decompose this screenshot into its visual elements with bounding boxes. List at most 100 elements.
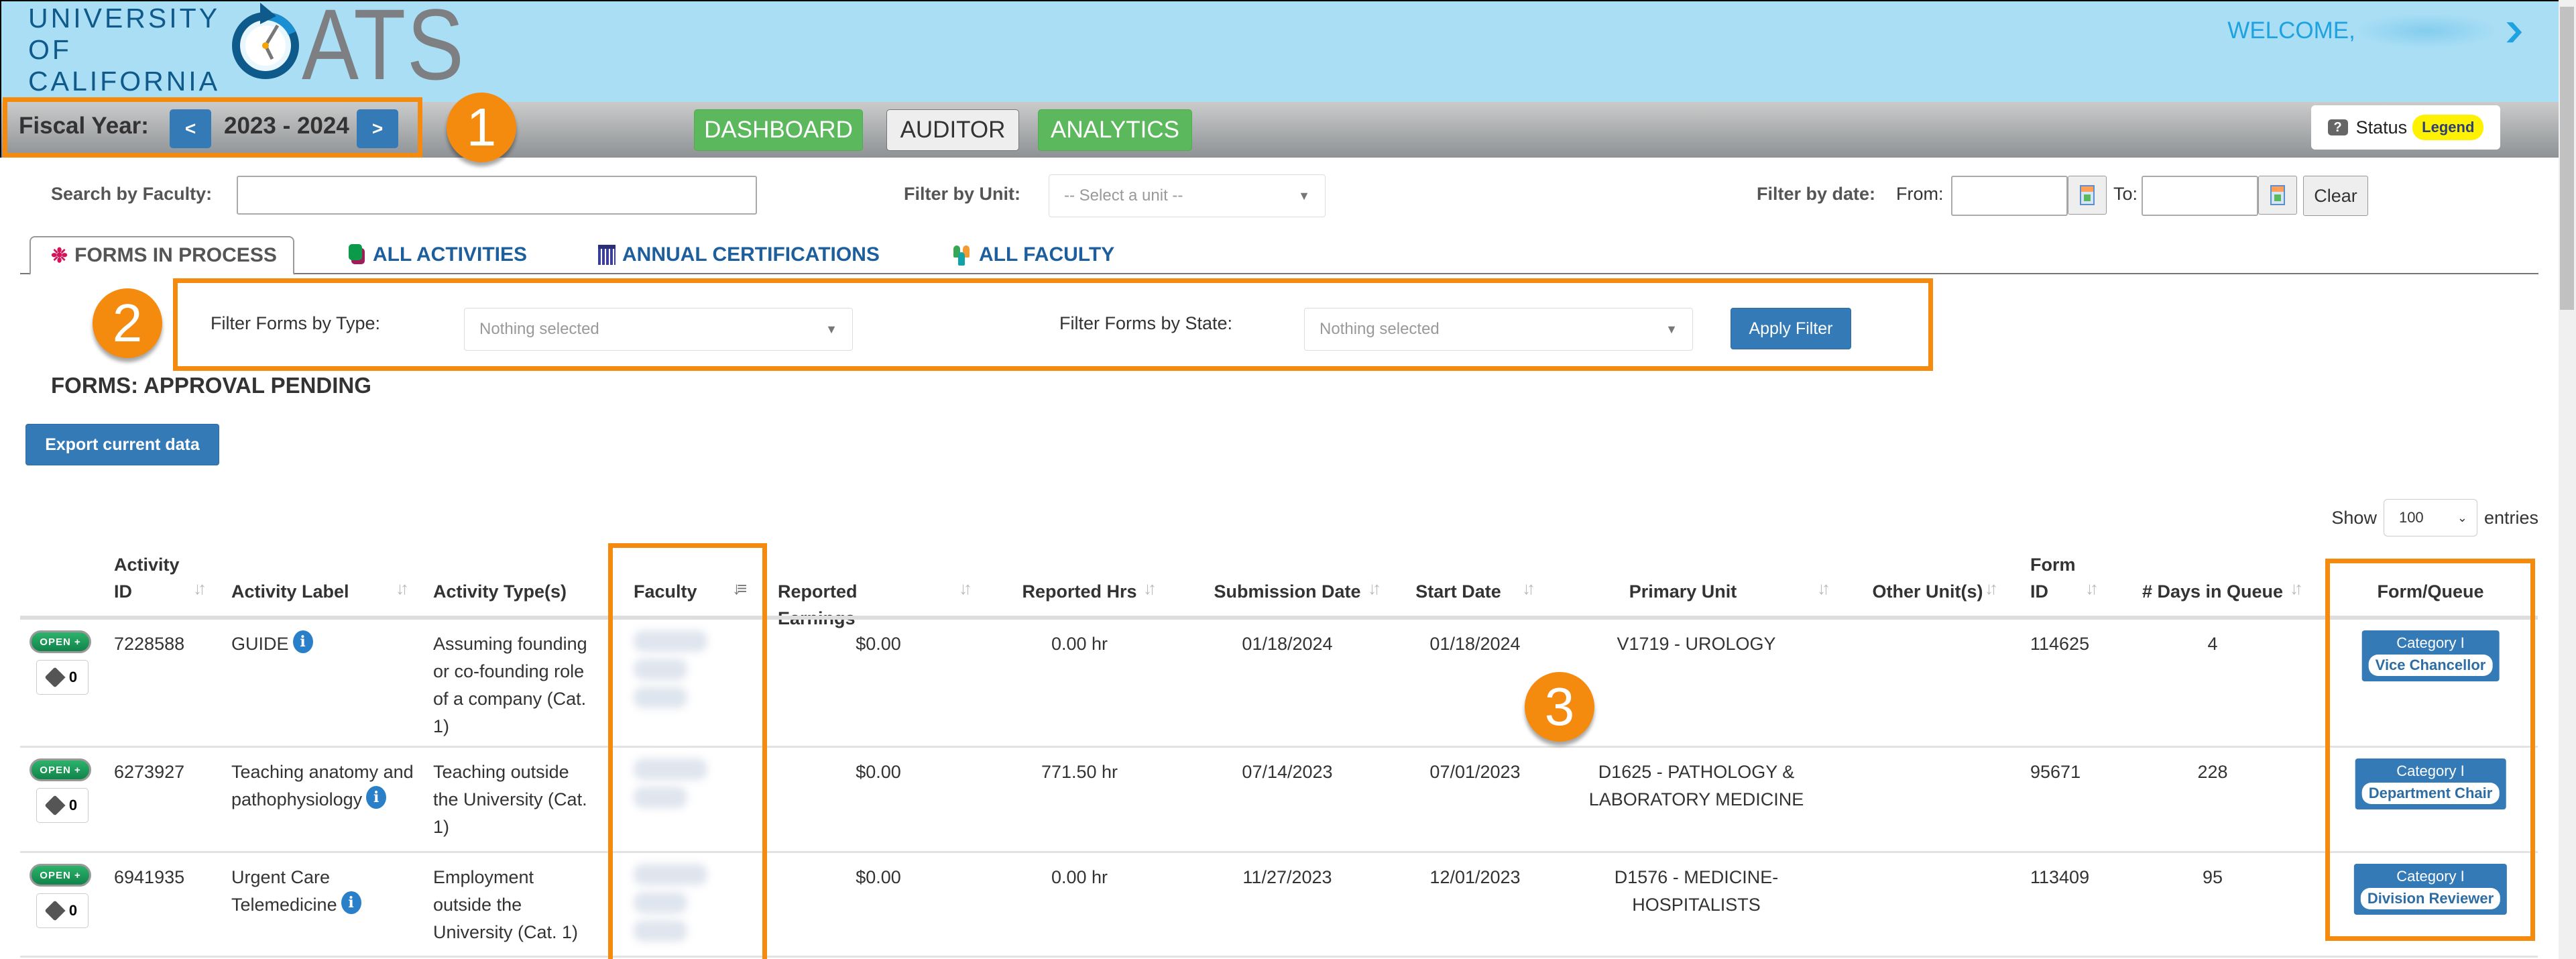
from-label: From: [1896, 184, 1944, 204]
faculty-name-redacted[interactable] [634, 864, 727, 948]
category-label: Category I [2396, 763, 2465, 779]
sort-icon[interactable]: ↓↑ [2085, 578, 2099, 599]
tab-label: ALL FACULTY [979, 243, 1115, 266]
column-header[interactable]: Faculty [634, 551, 727, 605]
tab-label: ANNUAL CERTIFICATIONS [622, 243, 880, 266]
column-header[interactable]: Form ID [2030, 551, 2091, 605]
sort-icon[interactable]: ↓↑ [1143, 578, 1157, 599]
sort-icon[interactable]: ↓↑ [1817, 578, 1830, 599]
caret-down-icon: ▼ [1298, 188, 1310, 203]
sort-icon[interactable]: ↓↑ [1522, 578, 1535, 599]
form-queue-button[interactable]: Category I Vice Chancellor [2361, 630, 2500, 681]
column-header[interactable]: Activity ID [114, 551, 194, 605]
column-header-label: Activity Label [231, 581, 349, 602]
faculty-name-redacted[interactable] [634, 758, 727, 815]
open-status-badge[interactable]: OPEN + [30, 864, 91, 887]
column-header[interactable]: # Days in Queue [2112, 551, 2313, 605]
from-calendar-button[interactable] [2068, 176, 2107, 215]
column-header[interactable]: Other Unit(s) [1851, 551, 2005, 605]
column-header[interactable]: Reported Earnings [778, 551, 939, 632]
sort-icon[interactable]: ↓↑ [959, 578, 972, 599]
activity-id-cell: 6273927 [114, 762, 185, 782]
tab-all-activities[interactable]: ALL ACTIVITIES [349, 236, 527, 274]
filter-type-select[interactable]: Nothing selected ▼ [464, 308, 853, 351]
to-date-input[interactable] [2142, 176, 2258, 216]
status-legend-button[interactable]: ? Status Legend [2311, 105, 2500, 150]
submission-date-cell: 07/14/2023 [1242, 762, 1333, 782]
caret-down-icon: ▼ [825, 322, 837, 336]
redacted-text [634, 787, 687, 808]
info-icon[interactable]: i [341, 891, 361, 914]
hours-cell: 771.50 hr [1041, 762, 1118, 782]
queue-badge: Vice Chancellor [2368, 655, 2493, 676]
filter-state-select[interactable]: Nothing selected ▼ [1304, 308, 1693, 351]
sort-icon[interactable]: ↓↑ [1368, 578, 1381, 599]
tags-button[interactable]: 0 [36, 893, 89, 928]
info-icon[interactable]: i [366, 786, 387, 809]
from-date-input[interactable] [1951, 176, 2068, 216]
tags-button[interactable]: 0 [36, 788, 89, 823]
column-header[interactable]: Reported Hrs [992, 551, 1167, 605]
sort-desc-icon[interactable]: ↓≡ [732, 578, 747, 599]
oats-logo[interactable]: ATS [227, 0, 494, 101]
tag-count: 0 [68, 669, 78, 685]
column-header[interactable]: Start Date [1401, 551, 1515, 605]
submission-date-cell: 01/18/2024 [1242, 634, 1333, 654]
app-name: ATS [302, 0, 465, 101]
tab-forms-in-process[interactable]: ❉ FORMS IN PROCESS [30, 236, 294, 275]
tag-count: 0 [68, 902, 78, 919]
column-header[interactable]: Primary Unit [1542, 551, 1824, 605]
user-menu[interactable]: WELCOME, ❯ [2227, 15, 2526, 47]
column-header-line1 [433, 551, 594, 578]
to-calendar-button[interactable] [2258, 176, 2297, 215]
column-header[interactable]: Activity Type(s) [433, 551, 594, 605]
entries-value: 100 [2398, 509, 2424, 526]
fiscal-year-value: 2023 - 2024 [224, 113, 349, 139]
redacted-text [634, 659, 687, 680]
filter-date-label: Filter by date: [1757, 184, 1876, 204]
legend-badge: Legend [2412, 115, 2484, 140]
prev-year-button[interactable]: < [170, 109, 211, 148]
sort-icon[interactable]: ↓↑ [2290, 578, 2303, 599]
show-label: Show [2331, 507, 2377, 528]
calendar-icon [598, 245, 616, 265]
sort-icon[interactable]: ↓↑ [396, 578, 409, 599]
tags-button[interactable]: 0 [36, 660, 89, 695]
column-header-label: Activity Type(s) [433, 581, 567, 602]
column-header[interactable]: Form/Queue [2333, 551, 2528, 605]
next-year-button[interactable]: > [357, 109, 398, 148]
start-date-cell: 07/01/2023 [1429, 762, 1521, 782]
tab-all-faculty[interactable]: ALL FACULTY [952, 236, 1114, 274]
tab-label: ALL ACTIVITIES [373, 243, 528, 266]
unit-select[interactable]: -- Select a unit -- ▼ [1049, 174, 1326, 217]
dashboard-button[interactable]: DASHBOARD [694, 109, 863, 151]
primary-unit-cell: D1576 - MEDICINE-HOSPITALISTS [1614, 867, 1779, 915]
primary-unit-cell: D1625 - PATHOLOGY & LABORATORY MEDICINE [1588, 762, 1804, 809]
clear-date-button[interactable]: Clear [2303, 176, 2368, 216]
sort-icon[interactable]: ↓↑ [1985, 578, 1998, 599]
row-divider [20, 851, 2538, 853]
analytics-button[interactable]: ANALYTICS [1038, 109, 1192, 151]
open-status-badge[interactable]: OPEN + [30, 758, 91, 781]
tab-annual-certifications[interactable]: ANNUAL CERTIFICATIONS [598, 236, 880, 274]
form-queue-button[interactable]: Category I Department Chair [2355, 758, 2506, 809]
info-icon[interactable]: i [292, 630, 313, 653]
column-header[interactable]: Submission Date [1187, 551, 1388, 605]
sort-icon[interactable]: ↓↑ [193, 578, 207, 599]
export-data-button[interactable]: Export current data [25, 424, 219, 465]
chevron-down-icon[interactable]: ❯ [2502, 19, 2526, 43]
apply-filter-button[interactable]: Apply Filter [1731, 308, 1851, 349]
faculty-name-redacted[interactable] [634, 630, 727, 715]
auditor-button[interactable]: AUDITOR [886, 109, 1019, 151]
activity-type-cell: Employment outside the University (Cat. … [433, 867, 579, 942]
open-status-badge[interactable]: OPEN + [30, 630, 91, 653]
filter-unit-label: Filter by Unit: [904, 184, 1020, 204]
days-in-queue-cell: 4 [2207, 634, 2218, 654]
form-queue-button[interactable]: Category I Division Reviewer [2353, 864, 2508, 915]
column-header-line1: Activity [114, 555, 180, 575]
scrollbar-thumb[interactable] [2560, 7, 2574, 310]
column-header[interactable]: Activity Label [231, 551, 406, 605]
entries-select[interactable]: 100 ⌄ [2383, 499, 2477, 537]
tag-icon [44, 900, 66, 921]
search-faculty-input[interactable] [237, 176, 757, 215]
